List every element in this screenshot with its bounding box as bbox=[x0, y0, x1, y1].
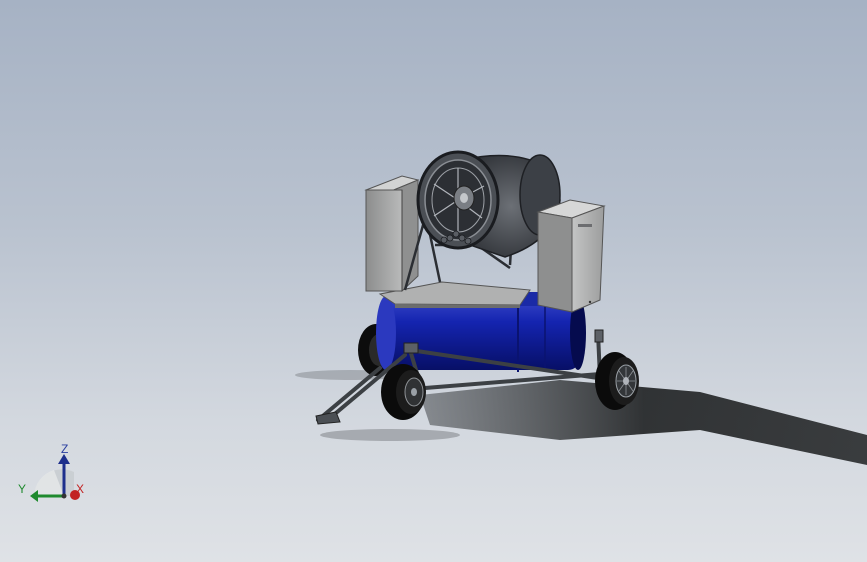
axis-z-label: Z bbox=[61, 442, 69, 456]
right-control-box bbox=[536, 199, 606, 313]
axis-x-label: X bbox=[76, 482, 85, 496]
front-wheel bbox=[381, 364, 426, 420]
snow-cannon-model[interactable] bbox=[0, 0, 867, 562]
ground-shadow bbox=[295, 370, 867, 465]
axis-y-label: Y bbox=[18, 482, 27, 496]
orientation-triad[interactable]: Z Y X bbox=[14, 440, 94, 510]
graphics-viewport[interactable]: Z Y X bbox=[0, 0, 867, 562]
triad-graphic bbox=[30, 454, 80, 502]
